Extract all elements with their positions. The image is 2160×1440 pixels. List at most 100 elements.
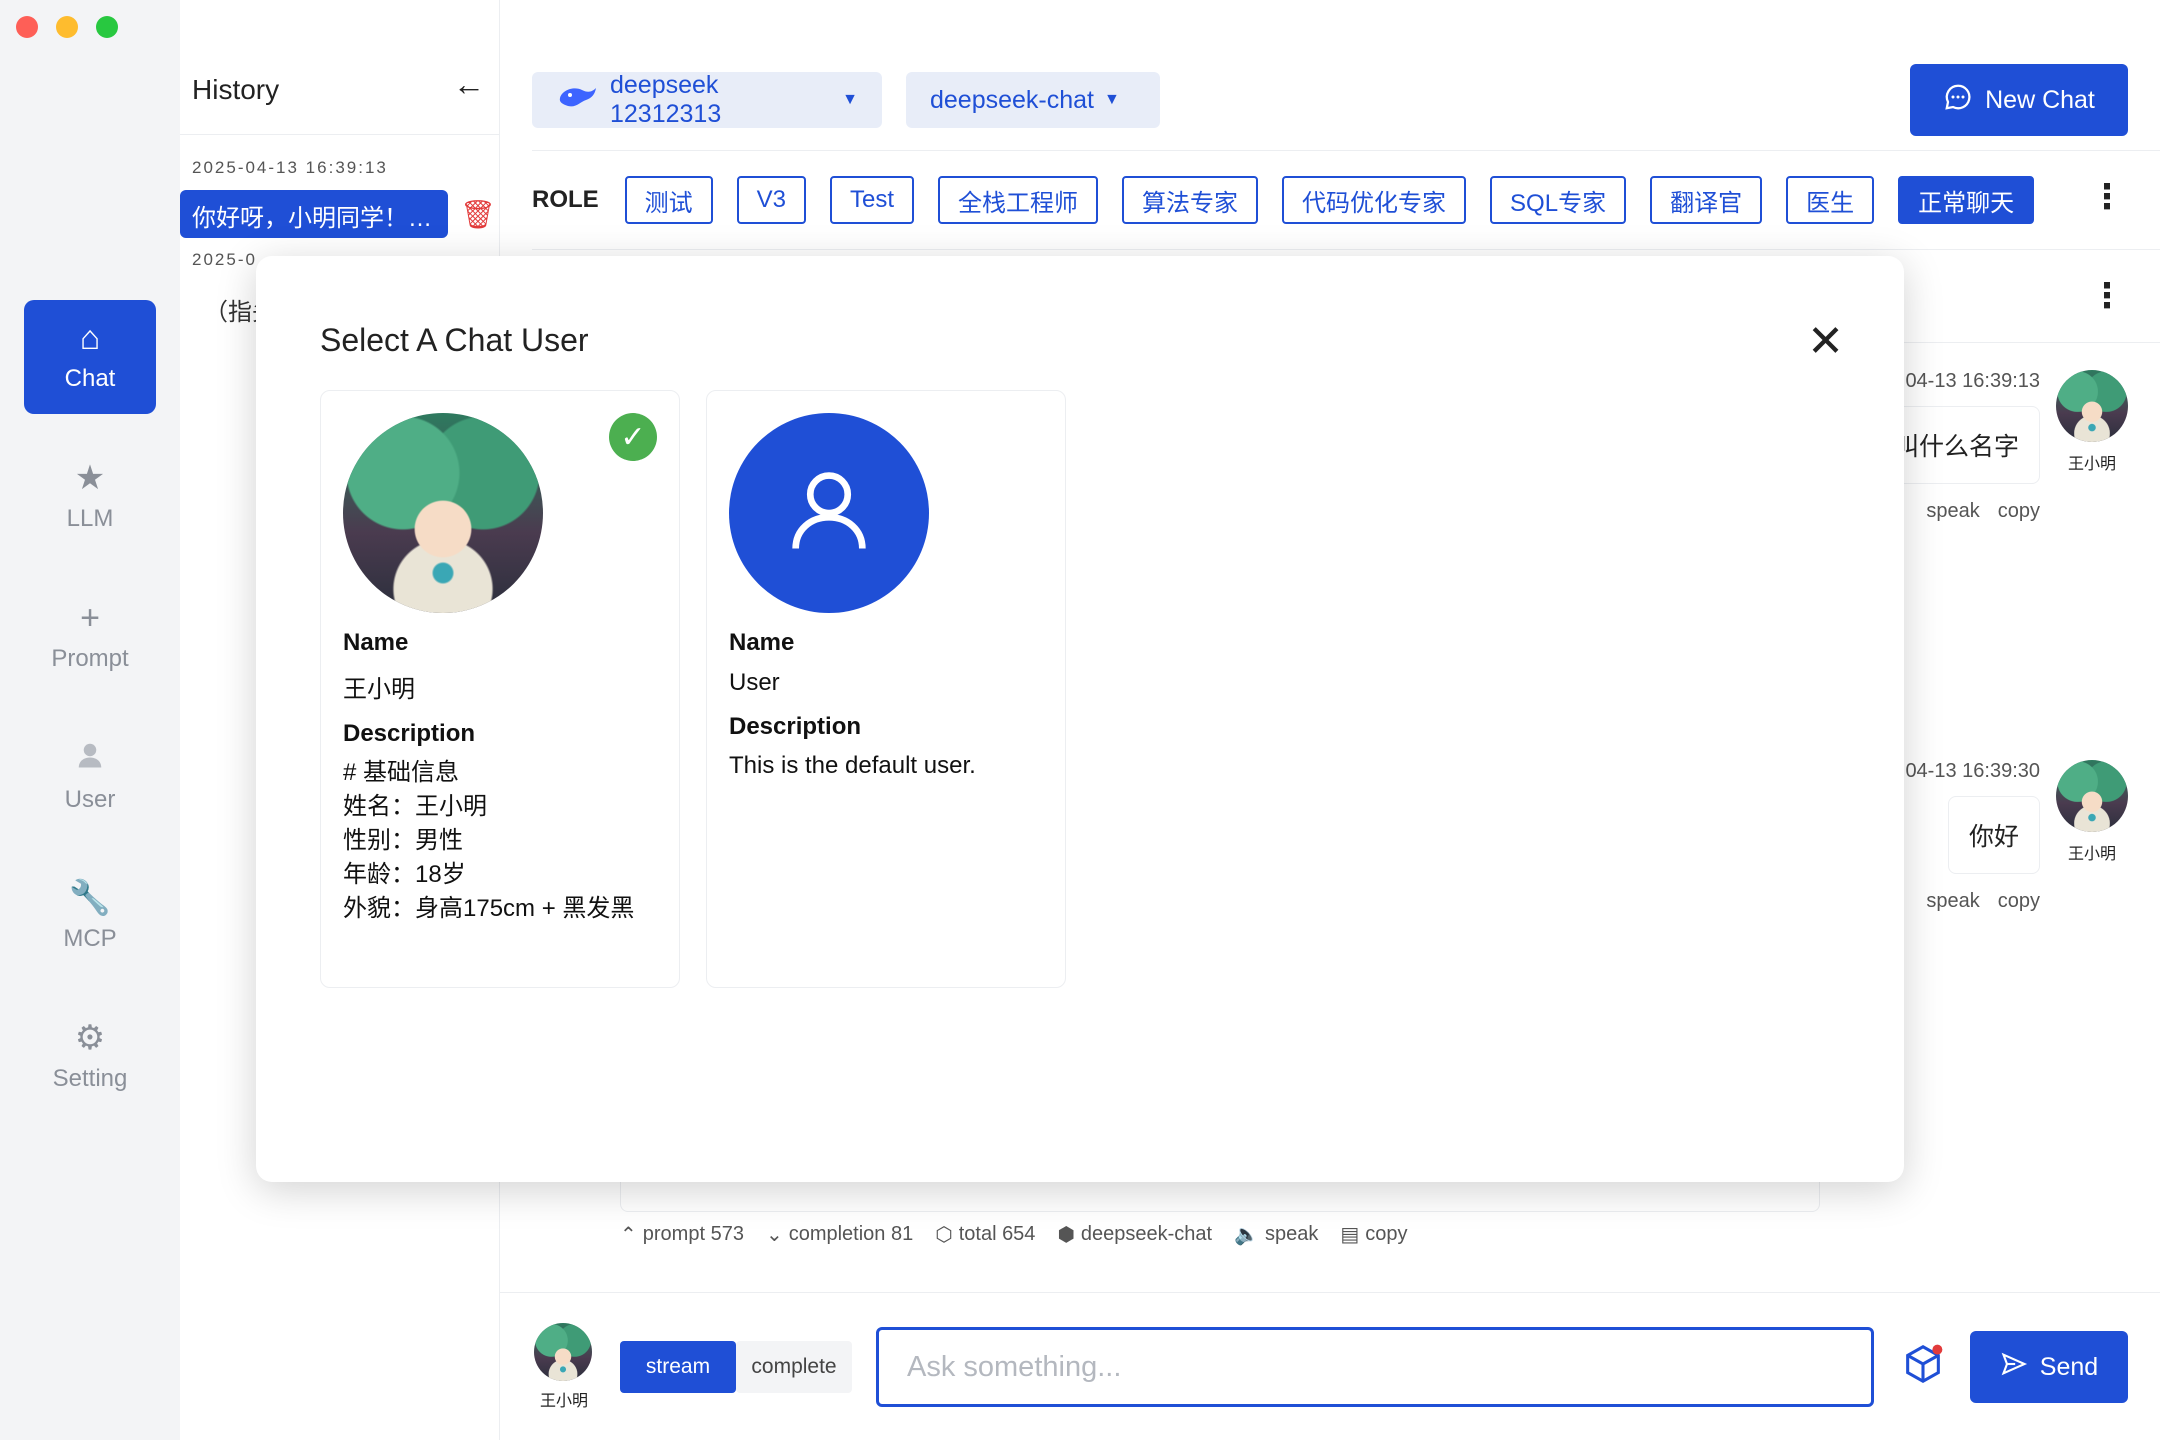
name-label: Name — [729, 629, 795, 656]
check-icon: ✓ — [609, 413, 657, 461]
current-user-name: 王小明 — [540, 1393, 589, 1410]
history-item-active[interactable]: 你好呀，小明同学！… — [180, 190, 448, 238]
role-chip[interactable]: 算法专家 — [1122, 176, 1259, 224]
nav-item-llm[interactable]: ★ LLM — [24, 440, 156, 554]
role-chip[interactable]: SQL专家 — [1490, 176, 1627, 224]
close-icon: ✕ — [1807, 317, 1844, 366]
total-tokens: ⬡ total 654 — [935, 1223, 1036, 1246]
stream-mode-button[interactable]: stream — [620, 1341, 736, 1393]
message-timestamp: 04-13 16:39:13 — [1905, 370, 2040, 392]
user-icon — [75, 740, 105, 776]
user-description: This is the default user. — [729, 752, 976, 779]
close-window-button[interactable] — [16, 16, 38, 38]
role-chip-active[interactable]: 正常聊天 — [1898, 176, 2035, 224]
send-label: Send — [2039, 1352, 2099, 1381]
send-icon — [2000, 1350, 2028, 1385]
complete-mode-button[interactable]: complete — [736, 1341, 852, 1393]
description-label: Description — [343, 720, 476, 747]
user-card-selected[interactable]: ✓ Name 王小明 Description # 基础信息 姓名：王小明 性别：… — [320, 390, 680, 988]
message-actions: speak copy — [1926, 890, 2040, 913]
nav-item-user[interactable]: User — [24, 720, 156, 834]
nav-item-label: User — [64, 786, 116, 813]
provider-select[interactable]: deepseek 12312313 ▼ — [532, 71, 882, 128]
dialog-title: Select A Chat User — [320, 322, 589, 358]
avatar-name: 王小明 — [2067, 456, 2116, 473]
app-window: ⌂ Chat ★ LLM + Prompt User 🔧 MCP ⚙ Setti… — [0, 0, 2160, 1440]
description-label: Description — [729, 713, 862, 740]
nav-item-chat[interactable]: ⌂ Chat — [24, 300, 156, 414]
message-menu-button[interactable]: ⋮ — [2090, 276, 2124, 316]
nav-item-setting[interactable]: ⚙ Setting — [24, 1000, 156, 1114]
user-name: 王小明 — [343, 676, 415, 703]
nav-item-mcp[interactable]: 🔧 MCP — [24, 860, 156, 974]
whale-icon — [556, 82, 600, 119]
chat-bubble-icon — [1943, 82, 1973, 119]
current-user-avatar[interactable] — [534, 1323, 592, 1381]
avatar-name: 王小明 — [2067, 846, 2116, 863]
new-chat-label: New Chat — [1985, 85, 2095, 114]
home-icon: ⌂ — [79, 319, 101, 357]
message-input[interactable]: Ask something... — [876, 1327, 1874, 1407]
role-chip[interactable]: Test — [830, 176, 915, 224]
role-chip[interactable]: 代码优化专家 — [1282, 176, 1467, 224]
name-label: Name — [343, 629, 409, 656]
mcp-tools-button[interactable] — [1900, 1341, 1946, 1392]
avatar — [2056, 760, 2128, 832]
send-button[interactable]: Send — [1970, 1331, 2128, 1403]
minimize-window-button[interactable] — [56, 16, 78, 38]
completion-tokens: ⌄ completion 81 — [765, 1223, 914, 1246]
message-bubble: 你好 — [1947, 796, 2040, 874]
nav-item-label: Setting — [52, 1065, 128, 1092]
copy-icon: ▤ — [1340, 1224, 1360, 1246]
maximize-window-button[interactable] — [96, 16, 118, 38]
copy-button[interactable]: copy — [1998, 890, 2040, 913]
model-label: deepseek-chat — [930, 85, 1095, 114]
collapse-history-button[interactable]: ← — [453, 66, 485, 103]
history-timestamp: 2025-0 — [192, 250, 257, 269]
wrench-icon: 🔧 — [68, 879, 112, 917]
model-selectors: deepseek 12312313 ▼ deepseek-chat ▼ — [532, 71, 1160, 128]
nav-item-label: MCP — [63, 925, 117, 952]
caret-down-icon: ▼ — [1104, 91, 1120, 108]
token-usage: ⌃ prompt 573 ⌄ completion 81 ⬡ total 654 ⬢ d… — [620, 1222, 1408, 1247]
caret-down-icon: ▼ — [842, 91, 858, 108]
history-title: History — [192, 74, 280, 105]
copy-button[interactable]: ▤ copy — [1340, 1222, 1407, 1247]
speak-button[interactable]: speak — [1926, 890, 1979, 913]
arrow-down-circle-icon: ⌄ — [765, 1224, 783, 1246]
cube-icon: ⬡ — [935, 1224, 953, 1246]
model-select[interactable]: deepseek-chat ▼ — [906, 72, 1160, 128]
role-chip[interactable]: 全栈工程师 — [938, 176, 1099, 224]
role-chip[interactable]: V3 — [736, 176, 807, 224]
message-timestamp: 04-13 16:39:30 — [1905, 760, 2040, 782]
speak-button[interactable]: speak — [1926, 500, 1979, 523]
role-chip[interactable]: 医生 — [1786, 176, 1875, 224]
role-bar: ROLE 测试 V3 Test 全栈工程师 算法专家 代码优化专家 SQL专家 … — [532, 150, 2160, 250]
avatar — [2056, 370, 2128, 442]
cube-icon — [1900, 1344, 1946, 1391]
delete-history-button[interactable]: 🗑 — [460, 198, 496, 231]
trash-icon: 🗑 — [460, 199, 496, 230]
user-card[interactable]: Name User Description This is the defaul… — [706, 390, 1066, 988]
new-chat-button[interactable]: New Chat — [1910, 64, 2128, 136]
user-icon — [779, 461, 879, 566]
window-controls — [16, 16, 118, 38]
speaker-icon: 🔈 — [1234, 1224, 1260, 1246]
box-icon: ⬢ — [1057, 1224, 1075, 1246]
close-dialog-button[interactable]: ✕ — [1807, 316, 1844, 367]
nav-item-prompt[interactable]: + Prompt — [24, 580, 156, 694]
nav-item-label: Prompt — [51, 645, 129, 672]
role-chip[interactable]: 翻译官 — [1650, 176, 1763, 224]
plus-icon: + — [80, 599, 100, 637]
left-nav: ⌂ Chat ★ LLM + Prompt User 🔧 MCP ⚙ Setti… — [0, 0, 180, 1440]
divider — [180, 134, 499, 135]
role-chip[interactable]: 测试 — [624, 176, 713, 224]
copy-button[interactable]: copy — [1998, 500, 2040, 523]
select-user-dialog: Select A Chat User ✕ ✓ Name 王小明 Descript… — [256, 256, 1904, 1182]
model-used: ⬢ deepseek-chat — [1057, 1223, 1213, 1246]
nav-item-label: LLM — [66, 505, 114, 532]
more-menu-button[interactable]: ⋮ — [2090, 177, 2124, 217]
speak-button[interactable]: 🔈 speak — [1234, 1222, 1318, 1247]
default-user-avatar — [729, 413, 929, 613]
history-timestamp: 2025-04-13 16:39:13 — [192, 158, 388, 177]
